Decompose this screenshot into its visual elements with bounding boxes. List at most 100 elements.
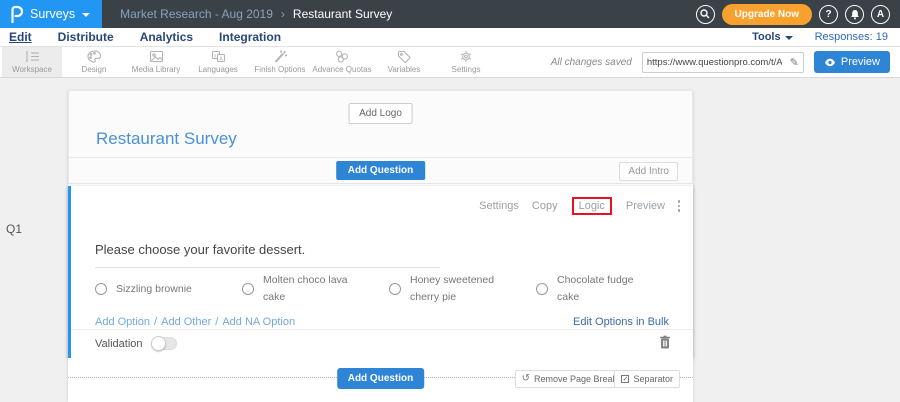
toolbar-item-label: Advance Quotas bbox=[312, 65, 371, 74]
preview-label: Preview bbox=[841, 56, 880, 68]
question-preview-link[interactable]: Preview bbox=[626, 200, 665, 212]
surveys-product-menu[interactable]: Surveys bbox=[0, 0, 102, 28]
add-question-button[interactable]: Add Question bbox=[336, 161, 426, 180]
radio-button-icon[interactable] bbox=[242, 283, 254, 295]
add-na-option-link[interactable]: Add NA Option bbox=[222, 316, 295, 328]
question-settings-link[interactable]: Settings bbox=[479, 200, 519, 212]
option-molten-choco-lava-cake[interactable]: Molten choco lava cake bbox=[242, 272, 389, 307]
survey-title[interactable]: Restaurant Survey bbox=[96, 129, 237, 149]
question-number-label: Q1 bbox=[6, 222, 22, 236]
svg-text:A: A bbox=[219, 56, 223, 62]
separator-toggle-button[interactable]: ✓ Separator bbox=[614, 370, 680, 388]
option-label: Molten choco lava cake bbox=[263, 272, 355, 307]
chevron-down-icon bbox=[785, 36, 793, 40]
toolbar-item-advance-quotas[interactable]: Advance Quotas bbox=[312, 47, 372, 77]
question-footer-divider bbox=[71, 329, 693, 330]
breadcrumb-folder[interactable]: Market Research - Aug 2019 bbox=[120, 7, 273, 21]
eye-icon bbox=[824, 58, 836, 67]
question-copy-link[interactable]: Copy bbox=[532, 200, 558, 212]
checkbox-checked-icon: ✓ bbox=[621, 375, 629, 383]
survey-header-section: Add Logo Restaurant Survey bbox=[68, 90, 693, 158]
survey-card: Add Logo Restaurant Survey Add Question … bbox=[68, 90, 693, 402]
nav-right: Tools Responses: 19 bbox=[752, 31, 900, 43]
delete-question-button[interactable] bbox=[659, 335, 671, 352]
tools-menu[interactable]: Tools bbox=[752, 31, 793, 43]
question-text[interactable]: Please choose your favorite dessert. bbox=[95, 242, 440, 268]
edit-options-in-bulk-link[interactable]: Edit Options in Bulk bbox=[573, 316, 669, 328]
separator-label: Separator bbox=[633, 374, 673, 384]
bell-icon bbox=[850, 9, 860, 20]
survey-url-input[interactable] bbox=[643, 57, 786, 68]
question-actions: Settings Copy Logic Preview bbox=[479, 197, 665, 215]
tab-analytics[interactable]: Analytics bbox=[140, 30, 193, 44]
product-label: Surveys bbox=[30, 7, 75, 21]
edit-url-pencil-icon[interactable]: ✎ bbox=[786, 56, 803, 69]
toolbar-item-label: Media Library bbox=[132, 65, 180, 74]
tools-label: Tools bbox=[752, 31, 781, 43]
avatar[interactable]: A bbox=[871, 5, 890, 24]
add-intro-button[interactable]: Add Intro bbox=[619, 162, 678, 181]
answer-options: Sizzling brownie Molten choco lava cake … bbox=[95, 272, 683, 307]
validation-toggle[interactable] bbox=[151, 337, 177, 350]
search-icon bbox=[700, 9, 710, 19]
help-button[interactable]: ? bbox=[819, 5, 838, 24]
kebab-menu-icon[interactable] bbox=[676, 198, 683, 214]
tab-distribute[interactable]: Distribute bbox=[58, 30, 114, 44]
radio-button-icon[interactable] bbox=[95, 283, 107, 295]
top-navbar: Surveys Market Research - Aug 2019 › Res… bbox=[0, 0, 900, 28]
image-icon bbox=[149, 50, 164, 63]
toolbar-item-design[interactable]: Design bbox=[64, 47, 124, 77]
option-label: Honey sweetened cherry pie bbox=[410, 272, 502, 307]
toggle-knob bbox=[151, 336, 166, 351]
validation-row: Validation bbox=[95, 337, 177, 350]
radio-button-icon[interactable] bbox=[536, 283, 548, 295]
section-nav: Edit Distribute Analytics Integration To… bbox=[0, 28, 900, 47]
tag-icon bbox=[397, 50, 411, 63]
responses-count[interactable]: Responses: 19 bbox=[815, 31, 888, 43]
add-other-link[interactable]: Add Other bbox=[161, 316, 211, 328]
palette-icon bbox=[87, 50, 101, 63]
survey-url-box: ✎ bbox=[642, 52, 804, 73]
toolbar-item-finish-options[interactable]: Finish Options bbox=[250, 47, 310, 77]
upgrade-now-button[interactable]: Upgrade Now bbox=[722, 4, 812, 25]
add-question-button-bottom[interactable]: Add Question bbox=[337, 368, 425, 389]
editor-toolbar: Workspace Design Media Library Ax Langua… bbox=[0, 47, 900, 78]
questionpro-survey-editor: Surveys Market Research - Aug 2019 › Res… bbox=[0, 0, 900, 402]
search-button[interactable] bbox=[696, 5, 715, 24]
toolbar-item-label: Design bbox=[82, 65, 107, 74]
option-label: Chocolate fudge cake bbox=[557, 272, 649, 307]
chevron-down-icon bbox=[82, 13, 90, 17]
notifications-button[interactable] bbox=[845, 5, 864, 24]
option-honey-sweetened-cherry-pie[interactable]: Honey sweetened cherry pie bbox=[389, 272, 536, 307]
nav-tabs: Edit Distribute Analytics Integration bbox=[0, 30, 281, 44]
add-option-link[interactable]: Add Option bbox=[95, 316, 150, 328]
toolbar-item-languages[interactable]: Ax Languages bbox=[188, 47, 248, 77]
toolbar-item-settings[interactable]: Settings bbox=[436, 47, 496, 77]
autosave-status: All changes saved bbox=[551, 57, 632, 68]
toolbar-item-workspace[interactable]: Workspace bbox=[2, 47, 62, 77]
question-logic-link-highlighted[interactable]: Logic bbox=[572, 197, 612, 215]
preview-button[interactable]: Preview bbox=[814, 51, 890, 73]
option-chocolate-fudge-cake[interactable]: Chocolate fudge cake bbox=[536, 272, 683, 307]
gear-icon bbox=[459, 50, 473, 63]
tab-edit[interactable]: Edit bbox=[9, 30, 32, 44]
add-question-intro-row: Add Question Add Intro bbox=[68, 158, 693, 184]
remove-page-break-button[interactable]: ↺ Remove Page Break bbox=[515, 370, 624, 388]
toolbar-item-label: Finish Options bbox=[254, 65, 305, 74]
toolbar-item-label: Settings bbox=[452, 65, 481, 74]
option-links: Add Option / Add Other / Add NA Option bbox=[95, 316, 295, 328]
survey-canvas: Q1 Add Logo Restaurant Survey Add Questi… bbox=[0, 78, 900, 402]
add-logo-button[interactable]: Add Logo bbox=[348, 103, 413, 124]
translate-icon: Ax bbox=[211, 50, 226, 63]
toolbar-item-label: Languages bbox=[198, 65, 238, 74]
validation-label: Validation bbox=[95, 338, 143, 350]
radio-button-icon[interactable] bbox=[389, 283, 401, 295]
breadcrumb: Market Research - Aug 2019 › Restaurant … bbox=[120, 7, 392, 21]
tab-integration[interactable]: Integration bbox=[219, 30, 281, 44]
toolbar-item-variables[interactable]: Variables bbox=[374, 47, 434, 77]
toolbar-item-label: Workspace bbox=[12, 65, 52, 74]
option-sizzling-brownie[interactable]: Sizzling brownie bbox=[95, 272, 242, 307]
questionpro-logo-icon bbox=[9, 5, 23, 23]
toolbar-item-media-library[interactable]: Media Library bbox=[126, 47, 186, 77]
toolbar-right: All changes saved ✎ Preview bbox=[551, 47, 900, 77]
